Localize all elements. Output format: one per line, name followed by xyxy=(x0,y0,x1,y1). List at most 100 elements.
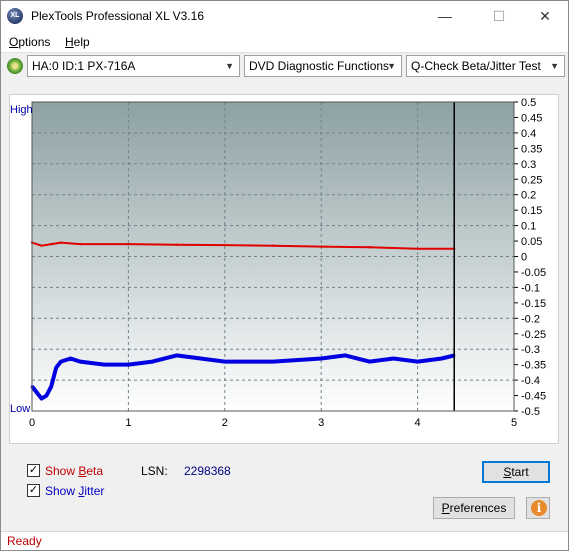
beta-point xyxy=(79,242,82,246)
show-beta-label-pre: Show xyxy=(45,464,79,478)
minimize-button[interactable]: — xyxy=(422,1,468,31)
beta-point xyxy=(320,245,323,248)
jitter-point xyxy=(271,360,275,363)
jitter-point xyxy=(45,394,48,397)
show-beta-label[interactable]: Show Beta xyxy=(45,464,103,478)
menu-help[interactable]: Help xyxy=(65,35,90,49)
jitter-point xyxy=(344,354,347,357)
x-tick-label: 1 xyxy=(125,417,131,429)
controls-panel: ✓ Show Beta ✓ Show Jitter LSN: 2298368 S… xyxy=(9,451,559,531)
maximize-button[interactable]: ☐ xyxy=(476,1,522,31)
y-tick-label: -0.45 xyxy=(521,391,546,403)
menu-help-label: elp xyxy=(73,35,90,49)
y-tick-label: 0.15 xyxy=(521,205,542,217)
y-tick-label: -0.2 xyxy=(521,313,540,325)
high-label: High xyxy=(10,104,33,116)
window-title: PlexTools Professional XL V3.16 xyxy=(31,9,204,23)
info-button[interactable]: i xyxy=(526,497,550,519)
y-tick-label: 0.2 xyxy=(521,190,536,202)
menu-options-accel: O xyxy=(9,35,19,49)
x-tick-label: 3 xyxy=(318,417,324,429)
show-jitter-label-post: itter xyxy=(84,484,105,498)
app-logo-icon: XL xyxy=(7,8,23,24)
y-tick-label: 0.05 xyxy=(521,236,542,248)
jitter-point xyxy=(416,360,419,363)
y-tick-label: 0.1 xyxy=(521,221,536,233)
y-tick-label: -0.5 xyxy=(521,406,540,418)
show-jitter-label-pre: Show xyxy=(45,484,79,498)
beta-point xyxy=(40,244,43,247)
y-tick-label: -0.1 xyxy=(521,282,540,294)
lsn-label: LSN: xyxy=(141,464,168,478)
drive-select-value: HA:0 ID:1 PX-716A xyxy=(32,59,136,73)
beta-point xyxy=(271,244,275,247)
jitter-point xyxy=(103,363,106,366)
preferences-button[interactable]: Preferences xyxy=(433,497,515,519)
disc-icon xyxy=(7,58,23,74)
info-icon: i xyxy=(531,500,547,516)
preferences-label: references xyxy=(449,501,507,515)
y-tick-label: 0.3 xyxy=(521,159,536,171)
toolbar: HA:0 ID:1 PX-716A ▼ DVD Diagnostic Funct… xyxy=(1,53,568,79)
beta-point xyxy=(59,241,63,244)
jitter-point xyxy=(368,360,371,363)
x-tick-label: 5 xyxy=(511,417,517,429)
y-tick-label: 0 xyxy=(521,252,527,264)
jitter-point xyxy=(69,357,72,360)
menu-options[interactable]: Options xyxy=(9,35,50,49)
function-select-value: DVD Diagnostic Functions xyxy=(249,59,390,73)
function-select[interactable]: DVD Diagnostic Functions ▼ xyxy=(244,55,402,77)
jitter-point xyxy=(79,360,82,363)
show-jitter-label[interactable]: Show Jitter xyxy=(45,484,104,498)
y-tick-label: -0.4 xyxy=(521,375,540,387)
beta-point xyxy=(175,243,178,246)
x-tick-label: 0 xyxy=(29,417,35,429)
test-select[interactable]: Q-Check Beta/Jitter Test ▼ xyxy=(406,55,565,77)
menu-bar: Options Help xyxy=(1,31,568,53)
jitter-point xyxy=(59,360,63,363)
y-tick-label: -0.3 xyxy=(521,344,540,356)
beta-point xyxy=(127,242,130,246)
jitter-point xyxy=(40,397,43,400)
beta-point xyxy=(223,243,226,247)
y-tick-label: 0.45 xyxy=(521,112,542,124)
jitter-point xyxy=(127,363,130,366)
x-tick-label: 4 xyxy=(415,417,421,429)
lsn-value: 2298368 xyxy=(184,464,231,478)
y-tick-label: -0.15 xyxy=(521,298,546,310)
y-tick-label: -0.35 xyxy=(521,360,546,372)
jitter-point xyxy=(223,360,226,363)
start-button[interactable]: Start xyxy=(482,461,550,483)
show-jitter-checkbox[interactable]: ✓ xyxy=(27,484,40,497)
y-tick-label: 0.35 xyxy=(521,143,542,155)
jitter-point xyxy=(392,357,395,360)
chevron-down-icon: ▼ xyxy=(225,61,234,71)
jitter-point xyxy=(54,366,58,369)
low-label: Low xyxy=(10,403,30,415)
jitter-point xyxy=(35,391,39,394)
close-button[interactable]: ✕ xyxy=(522,1,568,31)
y-tick-label: -0.25 xyxy=(521,329,546,341)
y-tick-label: -0.05 xyxy=(521,267,546,279)
test-select-value: Q-Check Beta/Jitter Test xyxy=(411,59,541,73)
menu-help-accel: H xyxy=(65,35,74,49)
status-text: Ready xyxy=(7,534,42,548)
y-tick-label: 0.25 xyxy=(521,174,542,186)
show-beta-label-post: eta xyxy=(86,464,104,478)
title-bar: XL PlexTools Professional XL V3.16 — ☐ ✕ xyxy=(1,1,568,31)
app-window: XL PlexTools Professional XL V3.16 — ☐ ✕… xyxy=(0,0,569,551)
beta-jitter-chart: 0 1 2 3 4 5 0.5 0.45 0.4 0.35 0.3 0.25 0.2 0.15 0.1 0.0… xyxy=(10,97,546,429)
jitter-point xyxy=(440,357,443,360)
jitter-point xyxy=(175,354,178,357)
x-tick-label: 2 xyxy=(222,417,228,429)
start-label: tart xyxy=(511,465,529,479)
beta-point xyxy=(368,246,371,249)
chevron-down-icon: ▼ xyxy=(387,61,396,71)
show-beta-checkbox[interactable]: ✓ xyxy=(27,464,40,477)
drive-select[interactable]: HA:0 ID:1 PX-716A ▼ xyxy=(27,55,240,77)
chevron-down-icon: ▼ xyxy=(550,61,559,71)
jitter-point xyxy=(320,357,323,360)
status-bar: Ready xyxy=(1,531,568,550)
chart-panel: 0 1 2 3 4 5 0.5 0.45 0.4 0.35 0.3 0.25 0.2 0.15 0.1 0.0… xyxy=(9,94,559,444)
preferences-accel: P xyxy=(441,501,450,515)
